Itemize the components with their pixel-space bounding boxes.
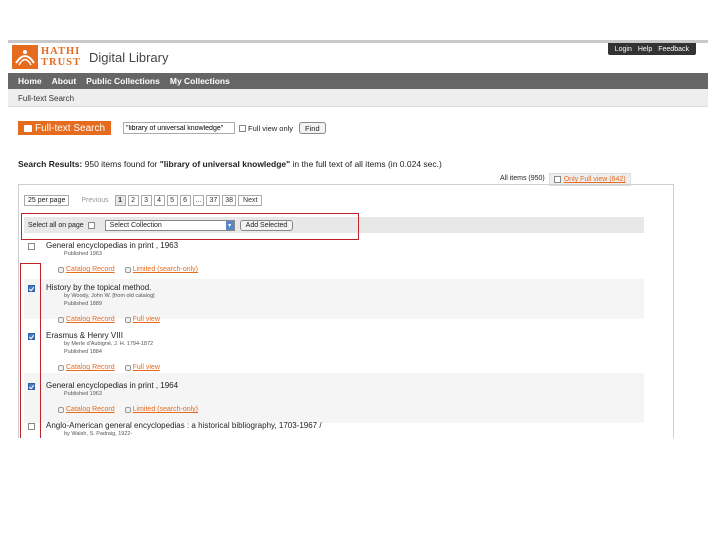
full-text-search-label: Full-text Search	[35, 122, 106, 134]
catalog-record-link[interactable]: Catalog Record	[66, 364, 115, 371]
next-page-link[interactable]: Next	[238, 195, 263, 206]
item-checkbox[interactable]	[28, 243, 35, 250]
results-count: 950 items found for	[84, 159, 158, 169]
page-link[interactable]: 3	[140, 195, 152, 206]
item-published: Published 1963	[64, 391, 102, 397]
page-link[interactable]: 5	[166, 195, 178, 206]
breadcrumb: Full-text Search	[8, 89, 708, 107]
full-view-only-label: Full view only	[248, 123, 294, 133]
logo-tagline: Digital Library	[89, 49, 169, 65]
results-summary: Search Results: 950 items found for "lib…	[18, 159, 442, 169]
per-page-select[interactable]: 25 per page	[24, 195, 70, 206]
help-link[interactable]: Help	[638, 46, 652, 53]
login-link[interactable]: Login	[615, 46, 632, 53]
nav-my-collections[interactable]: My Collections	[170, 76, 230, 86]
previous-page-link[interactable]: Previous	[79, 195, 110, 206]
results-prefix: Search Results:	[18, 159, 83, 169]
find-button[interactable]: Find	[299, 122, 326, 134]
highlight-select-bar	[21, 213, 359, 240]
item-title[interactable]: General encyclopedias in print , 1963	[46, 241, 178, 250]
limited-search-only-link[interactable]: Limited (search-only)	[133, 406, 198, 413]
search-input[interactable]	[123, 122, 236, 134]
logo-line-1: HATHI	[41, 46, 81, 57]
page-ellipsis: ...	[192, 195, 205, 206]
item-links: Catalog Record Full view	[58, 364, 160, 371]
hathitrust-logo-icon	[12, 45, 38, 69]
limited-search-only-link[interactable]: Limited (search-only)	[133, 266, 198, 273]
main-nav: Home About Public Collections My Collect…	[8, 73, 708, 89]
browser-frame: HATHI TRUST Digital Library Login Help F…	[8, 40, 708, 438]
full-view-link[interactable]: Full view	[133, 364, 160, 371]
search-row: Full-text Search Full view only Find	[18, 120, 326, 136]
page-icon	[124, 266, 131, 273]
feedback-link[interactable]: Feedback	[658, 46, 689, 53]
hathitrust-logo[interactable]: HATHI TRUST Digital Library	[12, 45, 169, 69]
catalog-record-link[interactable]: Catalog Record	[66, 406, 115, 413]
book-icon	[24, 124, 32, 132]
item-author: by Woody, John W. [from old catalog]	[64, 293, 155, 299]
catalog-icon	[58, 364, 64, 371]
item-title[interactable]: Erasmus & Henry VIII	[46, 331, 123, 340]
item-published: Published 1963	[64, 251, 102, 257]
full-view-tab-checkbox	[553, 176, 561, 183]
utility-nav: Login Help Feedback	[607, 43, 696, 55]
page-link[interactable]: 38	[222, 195, 237, 206]
page-icon	[124, 364, 131, 371]
item-links: Catalog Record Limited (search-only)	[58, 406, 198, 413]
catalog-icon	[58, 266, 64, 273]
item-published: Published 1889	[64, 301, 102, 307]
full-view-link[interactable]: Full view	[133, 316, 160, 323]
logo-line-2: TRUST	[41, 57, 82, 68]
page-icon	[124, 316, 131, 323]
full-text-search-button[interactable]: Full-text Search	[18, 121, 112, 135]
catalog-record-link[interactable]: Catalog Record	[66, 266, 115, 273]
item-author: by Merle d'Aubigné, J. H. 1794-1872	[64, 341, 154, 347]
item-published: Published 1884	[64, 349, 102, 355]
catalog-icon	[58, 316, 64, 323]
pagination: 25 per page Previous 1 2 3 4 5 6 ... 37 …	[24, 195, 264, 206]
page-link[interactable]: 1	[114, 195, 126, 206]
item-title[interactable]: General encyclopedias in print , 1964	[46, 381, 178, 390]
tab-full-view-label: Only Full view (642)	[563, 176, 626, 183]
nav-public-collections[interactable]: Public Collections	[86, 76, 160, 86]
highlight-checkboxes	[20, 263, 41, 438]
catalog-record-link[interactable]: Catalog Record	[66, 316, 115, 323]
page-icon	[124, 406, 131, 413]
logo-wordmark: HATHI TRUST	[41, 46, 81, 68]
full-view-only-option[interactable]: Full view only	[239, 124, 293, 133]
results-suffix: in the full text of all items (in 0.024 …	[292, 159, 442, 169]
nav-home[interactable]: Home	[18, 76, 42, 86]
header: HATHI TRUST Digital Library Login Help F…	[8, 43, 708, 71]
page-link[interactable]: 37	[206, 195, 221, 206]
full-view-only-checkbox[interactable]	[239, 124, 247, 132]
page-link[interactable]: 6	[179, 195, 191, 206]
item-title[interactable]: Anglo-American general encyclopedias : a…	[46, 421, 322, 430]
nav-about[interactable]: About	[52, 76, 77, 86]
item-links: Catalog Record Limited (search-only)	[58, 266, 198, 273]
item-author: by Walsh, S. Padraig, 1922-	[64, 431, 133, 437]
catalog-icon	[58, 406, 64, 413]
page-link[interactable]: 2	[127, 195, 139, 206]
item-title[interactable]: History by the topical method.	[46, 283, 151, 292]
page-link[interactable]: 4	[153, 195, 165, 206]
results-query: "library of universal knowledge"	[159, 159, 291, 169]
item-links: Catalog Record Full view	[58, 316, 160, 323]
